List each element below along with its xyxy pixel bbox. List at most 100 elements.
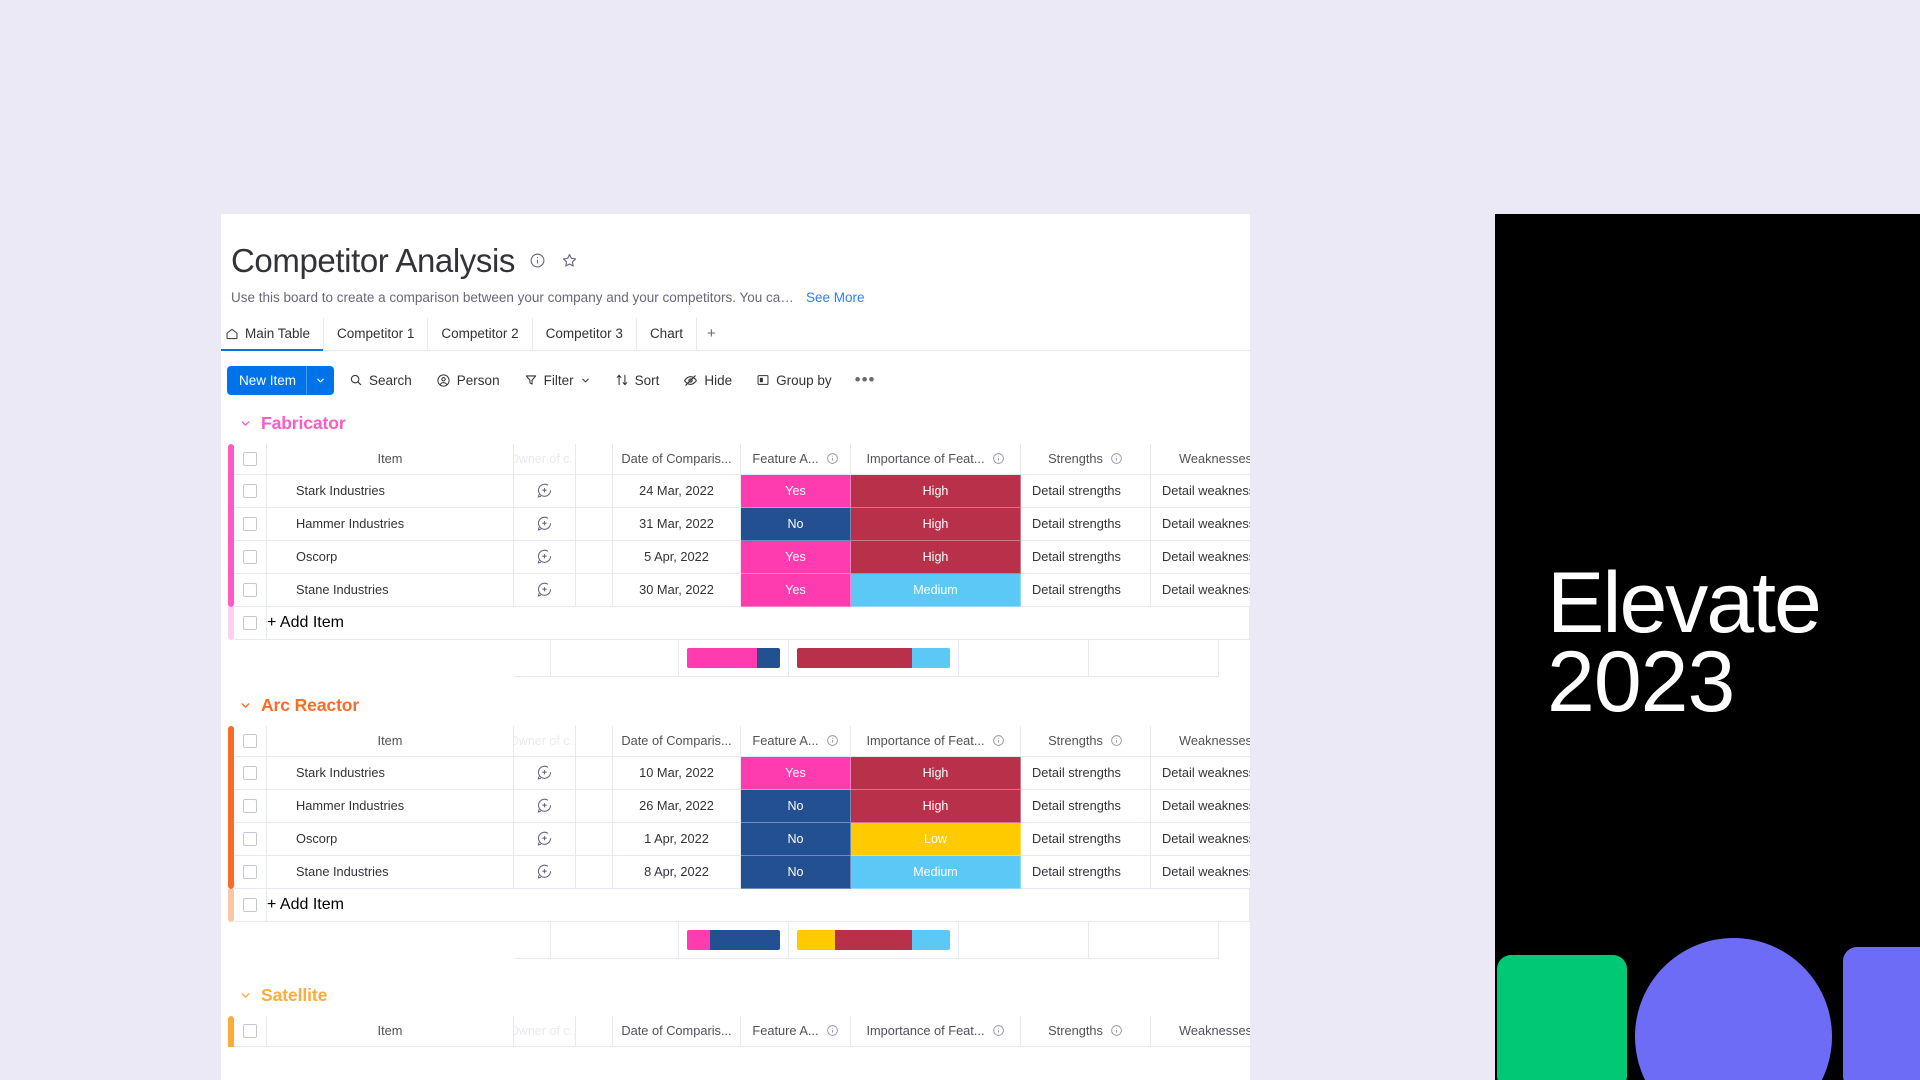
cell-feature-status[interactable]: No [741, 789, 851, 823]
column-header-item[interactable]: Item [267, 443, 514, 475]
cell-importance-status[interactable]: Medium [851, 573, 1021, 607]
tab-chart[interactable]: Chart [637, 317, 697, 350]
chevron-down-icon[interactable] [307, 375, 334, 386]
cell-item[interactable]: Hammer Industries [267, 789, 514, 823]
table-row[interactable]: Stark Industries 10 Mar, 2022 Yes High D… [228, 756, 1250, 790]
chevron-down-icon[interactable] [239, 989, 252, 1002]
column-header-date[interactable]: Date of Comparis... [613, 1015, 741, 1047]
cell-weaknesses[interactable]: Detail weaknesses [1151, 822, 1250, 856]
column-header-strengths[interactable]: Strengths [1021, 725, 1151, 757]
column-header-updates[interactable] [576, 1015, 613, 1047]
column-header-strengths[interactable]: Strengths [1021, 443, 1151, 475]
group-by-button[interactable]: Group by [747, 366, 841, 395]
cell-strengths[interactable]: Detail strengths [1021, 756, 1151, 790]
column-header-date[interactable]: Date of Comparis... [613, 443, 741, 475]
cell-updates[interactable] [514, 474, 576, 508]
filter-button[interactable]: Filter [515, 366, 600, 395]
cell-date[interactable]: 8 Apr, 2022 [613, 855, 741, 889]
cell-updates[interactable] [514, 507, 576, 541]
column-header-weaknesses[interactable]: Weaknesses [1151, 725, 1250, 757]
cell-blank[interactable] [576, 855, 613, 889]
table-row[interactable]: Stane Industries 30 Mar, 2022 Yes Medium… [228, 573, 1250, 607]
column-header-item[interactable]: Item [267, 1015, 514, 1047]
tab-main-table[interactable]: Main Table [221, 317, 325, 351]
column-header-weaknesses[interactable]: Weaknesses [1151, 1015, 1250, 1047]
row-checkbox[interactable] [234, 606, 267, 640]
row-checkbox[interactable] [234, 822, 267, 856]
info-icon[interactable] [992, 452, 1005, 465]
cell-updates[interactable] [514, 789, 576, 823]
table-row[interactable]: Stane Industries 8 Apr, 2022 No Medium D… [228, 855, 1250, 889]
cell-date[interactable]: 1 Apr, 2022 [613, 822, 741, 856]
tab-competitor-3[interactable]: Competitor 3 [533, 317, 637, 350]
chevron-down-icon[interactable] [580, 375, 591, 386]
cell-feature-status[interactable]: Yes [741, 540, 851, 574]
info-icon[interactable] [992, 734, 1005, 747]
info-icon[interactable] [1110, 734, 1123, 747]
cell-item[interactable]: Stark Industries [267, 756, 514, 790]
column-header-owner[interactable]: Owner of c... [514, 725, 576, 757]
cell-item[interactable]: Hammer Industries [267, 507, 514, 541]
table-row[interactable]: Oscorp 5 Apr, 2022 Yes High Detail stren… [228, 540, 1250, 574]
cell-blank[interactable] [576, 822, 613, 856]
cell-feature-status[interactable]: No [741, 855, 851, 889]
cell-item[interactable]: Stark Industries [267, 474, 514, 508]
info-icon[interactable] [992, 1024, 1005, 1037]
cell-item[interactable]: Oscorp [267, 540, 514, 574]
cell-strengths[interactable]: Detail strengths [1021, 822, 1151, 856]
cell-importance-status[interactable]: Low [851, 822, 1021, 856]
table-row[interactable]: Hammer Industries 26 Mar, 2022 No High D… [228, 789, 1250, 823]
sort-button[interactable]: Sort [606, 366, 669, 395]
cell-importance-status[interactable]: High [851, 507, 1021, 541]
column-header-strengths[interactable]: Strengths [1021, 1015, 1151, 1047]
cell-strengths[interactable]: Detail strengths [1021, 507, 1151, 541]
cell-feature-status[interactable]: No [741, 822, 851, 856]
info-icon[interactable] [826, 734, 839, 747]
cell-strengths[interactable]: Detail strengths [1021, 573, 1151, 607]
cell-weaknesses[interactable]: Detail weaknesses [1151, 474, 1250, 508]
select-all-checkbox[interactable] [234, 443, 267, 475]
column-header-importance[interactable]: Importance of Feat... [851, 1015, 1021, 1047]
cell-importance-status[interactable]: High [851, 540, 1021, 574]
more-options-button[interactable]: ••• [847, 370, 884, 390]
row-checkbox[interactable] [234, 789, 267, 823]
table-row[interactable]: Oscorp 1 Apr, 2022 No Low Detail strengt… [228, 822, 1250, 856]
cell-importance-status[interactable]: High [851, 756, 1021, 790]
cell-feature-status[interactable]: Yes [741, 573, 851, 607]
row-checkbox[interactable] [234, 507, 267, 541]
cell-feature-status[interactable]: No [741, 507, 851, 541]
cell-blank[interactable] [576, 573, 613, 607]
row-checkbox[interactable] [234, 756, 267, 790]
cell-updates[interactable] [514, 540, 576, 574]
cell-blank[interactable] [576, 756, 613, 790]
see-more-link[interactable]: See More [806, 290, 865, 305]
cell-blank[interactable] [576, 474, 613, 508]
info-icon[interactable] [1110, 452, 1123, 465]
tab-competitor-1[interactable]: Competitor 1 [324, 317, 429, 350]
cell-weaknesses[interactable]: Detail weaknesses [1151, 789, 1250, 823]
tab-competitor-2[interactable]: Competitor 2 [428, 317, 533, 350]
star-icon[interactable] [559, 251, 579, 271]
cell-date[interactable]: 24 Mar, 2022 [613, 474, 741, 508]
summary-feature-battery[interactable] [679, 921, 789, 959]
cell-strengths[interactable]: Detail strengths [1021, 855, 1151, 889]
person-filter-button[interactable]: Person [427, 366, 509, 395]
new-item-button[interactable]: New Item [227, 365, 335, 395]
add-item-body[interactable]: + Add Item [267, 888, 1250, 922]
row-checkbox[interactable] [234, 540, 267, 574]
add-item-row[interactable]: + Add Item [228, 606, 1250, 640]
cell-date[interactable]: 10 Mar, 2022 [613, 756, 741, 790]
hide-button[interactable]: Hide [674, 366, 741, 395]
info-icon[interactable] [826, 1024, 839, 1037]
row-checkbox[interactable] [234, 888, 267, 922]
cell-date[interactable]: 5 Apr, 2022 [613, 540, 741, 574]
cell-strengths[interactable]: Detail strengths [1021, 789, 1151, 823]
column-header-date[interactable]: Date of Comparis... [613, 725, 741, 757]
cell-date[interactable]: 26 Mar, 2022 [613, 789, 741, 823]
cell-importance-status[interactable]: Medium [851, 855, 1021, 889]
summary-importance-battery[interactable] [789, 921, 959, 959]
cell-blank[interactable] [576, 540, 613, 574]
cell-blank[interactable] [576, 789, 613, 823]
cell-strengths[interactable]: Detail strengths [1021, 474, 1151, 508]
select-all-checkbox[interactable] [234, 725, 267, 757]
